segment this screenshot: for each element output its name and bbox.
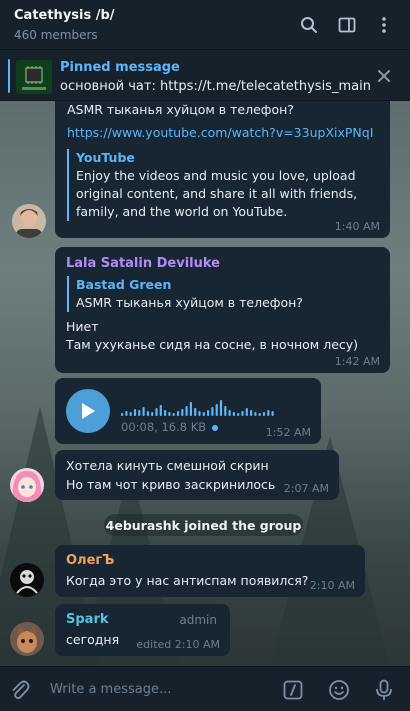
sender-name[interactable]: Spark bbox=[66, 612, 109, 627]
more-options-icon[interactable] bbox=[373, 14, 395, 36]
unplayed-dot bbox=[212, 425, 218, 431]
waveform-bar bbox=[211, 407, 214, 416]
waveform-bar bbox=[271, 411, 274, 416]
waveform-bar bbox=[262, 412, 266, 416]
message-input[interactable]: Write a message... bbox=[50, 682, 171, 697]
waveform-bar bbox=[159, 405, 162, 416]
voice-message-bubble[interactable]: 00:08, 16.8 KB 1:52 AM bbox=[55, 378, 321, 444]
message-time: 2:07 AM bbox=[283, 482, 329, 495]
message-bubble[interactable]: Spark admin сегодня edited 2:10 AM bbox=[55, 604, 230, 656]
avatar[interactable] bbox=[10, 468, 44, 502]
waveform-bar bbox=[155, 408, 158, 416]
waveform-bar bbox=[207, 410, 210, 416]
waveform-bar bbox=[267, 410, 270, 416]
message-link[interactable]: https://www.youtube.com/watch?v=33upXixP… bbox=[67, 125, 373, 140]
message-time: 1:40 AM bbox=[334, 220, 380, 233]
avatar[interactable] bbox=[12, 204, 46, 238]
waveform-bar bbox=[185, 406, 188, 416]
sidebar-toggle-icon[interactable] bbox=[336, 14, 358, 36]
play-icon bbox=[82, 403, 95, 419]
pinned-thumbnail bbox=[16, 60, 52, 94]
message-time: 1:42 AM bbox=[334, 355, 380, 368]
waveform-bar bbox=[219, 400, 223, 416]
waveform-bar bbox=[194, 408, 197, 416]
microphone-icon[interactable] bbox=[372, 678, 396, 702]
message-time: 2:10 AM bbox=[309, 579, 355, 592]
avatar[interactable] bbox=[10, 563, 44, 597]
pinned-text[interactable]: основной чат: https://t.me/telecatethysi… bbox=[60, 79, 371, 94]
waveform-bar bbox=[189, 402, 192, 416]
waveform-bar bbox=[133, 409, 137, 416]
waveform-bar bbox=[232, 412, 235, 416]
reply-quote[interactable]: Bastad Green ASMR тыканья хуйцом в телеф… bbox=[67, 276, 303, 312]
chat-header[interactable]: Catethysis /b/ 460 members bbox=[0, 0, 410, 50]
chat-area[interactable]: ASMR тыканья хуйцом в телефон? https://w… bbox=[0, 101, 410, 666]
reply-author: Bastad Green bbox=[76, 277, 172, 292]
message-bubble[interactable]: ОлегЪ Когда это у нас антиспам появился?… bbox=[55, 545, 365, 597]
waveform-bar bbox=[254, 412, 257, 416]
message-text: ASMR тыканья хуйцом в телефон? bbox=[67, 102, 294, 117]
reply-text: ASMR тыканья хуйцом в телефон? bbox=[76, 295, 303, 310]
chat-title[interactable]: Catethysis /b/ bbox=[14, 8, 115, 23]
message-composer[interactable]: Write a message... bbox=[0, 666, 410, 711]
waveform-bar bbox=[151, 412, 154, 416]
message-text-line: Хотела кинуть смешной скрин bbox=[66, 458, 269, 473]
waveform-bar bbox=[258, 413, 261, 416]
close-pinned-icon[interactable] bbox=[374, 66, 394, 86]
attach-icon[interactable] bbox=[8, 678, 32, 702]
waveform-bar bbox=[129, 412, 132, 416]
waveform-bar bbox=[237, 413, 240, 416]
message-bubble[interactable]: Хотела кинуть смешной скрин Но там чот к… bbox=[55, 450, 339, 500]
waveform-bar bbox=[125, 411, 128, 416]
message-time: 1:52 AM bbox=[265, 426, 311, 439]
pinned-message-bar[interactable]: Pinned message основной чат: https://t.m… bbox=[0, 51, 410, 101]
waveform-bar bbox=[142, 407, 145, 416]
play-button[interactable] bbox=[66, 389, 110, 433]
waveform-bar bbox=[121, 413, 124, 416]
waveform-bar bbox=[146, 411, 149, 416]
preview-site-name: YouTube bbox=[76, 150, 135, 165]
message-text: Когда это у нас антиспам появился? bbox=[66, 573, 309, 588]
link-preview[interactable]: YouTube Enjoy the videos and music you l… bbox=[67, 149, 377, 221]
emoji-icon[interactable] bbox=[327, 678, 351, 702]
waveform-bar bbox=[224, 406, 227, 416]
waveform-bar bbox=[250, 410, 253, 416]
waveform-bar bbox=[202, 412, 205, 416]
waveform-bar bbox=[245, 408, 248, 416]
commands-icon[interactable] bbox=[281, 678, 305, 702]
waveform-bar bbox=[228, 410, 231, 416]
member-count: 460 members bbox=[14, 28, 98, 42]
waveform-bar bbox=[181, 409, 184, 416]
sender-name[interactable]: Lala Satalin Deviluke bbox=[66, 256, 220, 271]
waveform-bar bbox=[164, 410, 167, 416]
avatar[interactable] bbox=[10, 622, 44, 656]
waveform-bar bbox=[176, 411, 180, 416]
waveform-bar bbox=[198, 411, 201, 416]
waveform-bar bbox=[172, 413, 175, 416]
pinned-accent-bar bbox=[8, 59, 10, 93]
message-bubble[interactable]: Lala Satalin Deviluke Bastad Green ASMR … bbox=[55, 247, 390, 373]
sender-name[interactable]: ОлегЪ bbox=[66, 553, 114, 568]
message-text-line: Там ухуканье сидя на сосне, в ночном лес… bbox=[66, 337, 359, 352]
pinned-label: Pinned message bbox=[60, 60, 180, 75]
message-text-line: Но там чот криво заскринилось bbox=[66, 477, 276, 492]
waveform-bar bbox=[168, 412, 171, 416]
service-message: 4eburashk joined the group bbox=[104, 514, 303, 536]
message-text-line: Ниет bbox=[66, 319, 99, 334]
waveform-bar bbox=[138, 410, 141, 416]
message-time: edited 2:10 AM bbox=[136, 638, 220, 651]
message-bubble[interactable]: ASMR тыканья хуйцом в телефон? https://w… bbox=[55, 101, 390, 238]
admin-badge: admin bbox=[179, 613, 217, 627]
message-text: сегодня bbox=[66, 632, 120, 647]
search-icon[interactable] bbox=[298, 14, 320, 36]
waveform-bar bbox=[215, 404, 218, 416]
waveform-bar bbox=[241, 411, 244, 416]
voice-meta: 00:08, 16.8 KB bbox=[121, 420, 207, 434]
voice-waveform[interactable] bbox=[121, 394, 281, 416]
preview-description: Enjoy the videos and music you love, upl… bbox=[76, 168, 358, 219]
